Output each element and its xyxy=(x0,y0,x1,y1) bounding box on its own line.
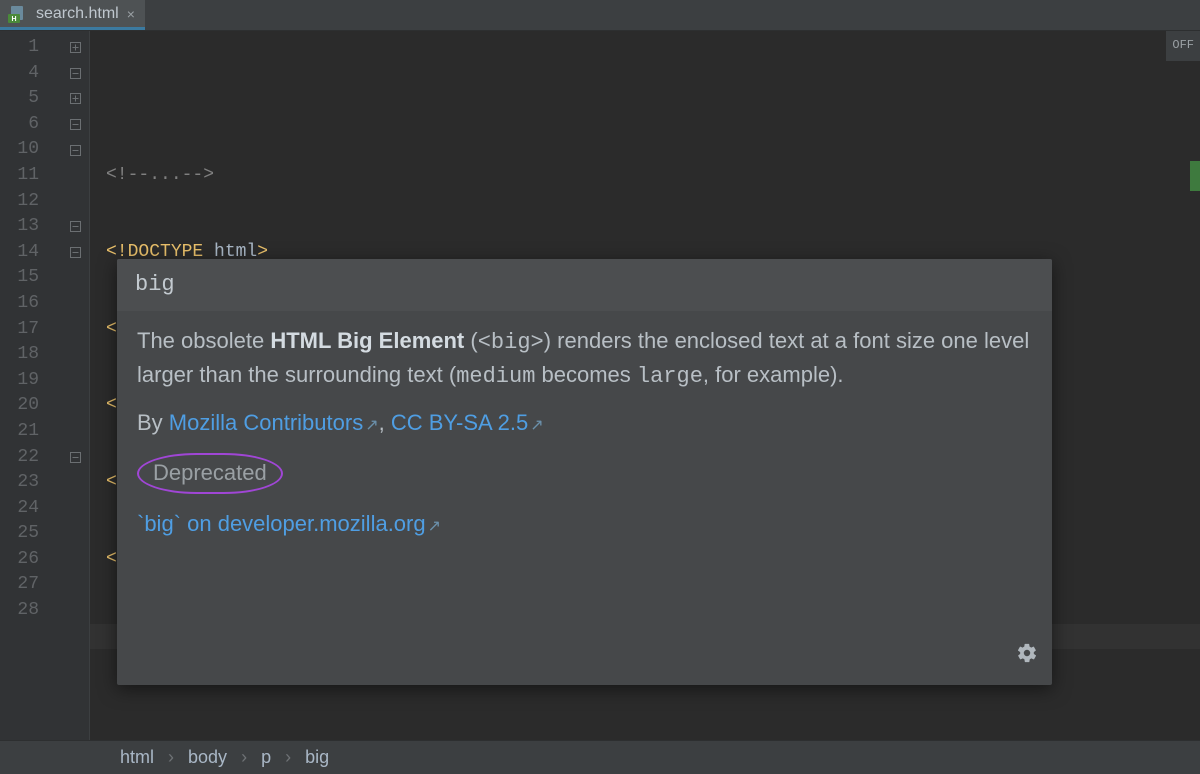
line-number: 24 xyxy=(0,496,89,522)
breadcrumb-item[interactable]: big xyxy=(305,747,329,768)
fold-collapse-icon[interactable] xyxy=(69,221,81,233)
change-marker xyxy=(1190,161,1200,191)
breadcrumb-item[interactable]: html xyxy=(120,747,154,768)
breadcrumb-item[interactable]: p xyxy=(261,747,271,768)
line-number: 19 xyxy=(0,368,89,394)
line-number: 6 xyxy=(0,112,89,138)
cc-license-link[interactable]: CC BY-SA 2.5 xyxy=(391,410,528,435)
line-number: 20 xyxy=(0,393,89,419)
breadcrumb: html › body › p › big xyxy=(0,740,1200,774)
line-number: 10 xyxy=(0,137,89,163)
line-number: 23 xyxy=(0,470,89,496)
external-link-icon: ↗ xyxy=(363,417,378,434)
fold-collapse-icon[interactable] xyxy=(69,451,81,463)
line-number: 26 xyxy=(0,547,89,573)
line-gutter: 1456101112131415161718192021222324252627… xyxy=(0,31,90,740)
doc-title: big xyxy=(117,259,1052,311)
fold-collapse-icon[interactable] xyxy=(69,144,81,156)
line-number: 17 xyxy=(0,317,89,343)
chevron-right-icon: › xyxy=(168,747,174,768)
deprecated-badge: Deprecated xyxy=(137,453,283,495)
external-link-icon: ↗ xyxy=(528,417,543,434)
fold-collapse-icon[interactable] xyxy=(69,247,81,259)
mozilla-contributors-link[interactable]: Mozilla Contributors xyxy=(169,410,363,435)
fold-expand-icon[interactable] xyxy=(69,93,81,105)
breadcrumb-item[interactable]: body xyxy=(188,747,227,768)
line-number: 27 xyxy=(0,572,89,598)
mdn-doc-link[interactable]: `big` on developer.mozilla.org xyxy=(137,511,426,536)
line-number: 12 xyxy=(0,189,89,215)
line-number: 1 xyxy=(0,35,89,61)
file-tab[interactable]: H search.html × xyxy=(0,0,145,30)
tab-bar: H search.html × xyxy=(0,0,1200,31)
html-file-icon: H xyxy=(8,4,28,24)
line-number: 28 xyxy=(0,598,89,624)
line-number: 18 xyxy=(0,342,89,368)
doc-attribution: By Mozilla Contributors↗, CC BY-SA 2.5↗ xyxy=(137,407,1032,439)
line-number: 21 xyxy=(0,419,89,445)
tab-close-icon[interactable]: × xyxy=(127,6,135,22)
line-number: 4 xyxy=(0,61,89,87)
gear-icon[interactable] xyxy=(1016,641,1038,673)
chevron-right-icon: › xyxy=(285,747,291,768)
svg-text:H: H xyxy=(11,16,16,23)
line-number: 22 xyxy=(0,445,89,471)
line-number: 25 xyxy=(0,521,89,547)
fold-expand-icon[interactable] xyxy=(69,42,81,54)
inspections-off-badge[interactable]: OFF xyxy=(1166,31,1200,61)
fold-collapse-icon[interactable] xyxy=(69,119,81,131)
line-number: 11 xyxy=(0,163,89,189)
tab-filename: search.html xyxy=(36,5,119,23)
chevron-right-icon: › xyxy=(241,747,247,768)
line-number: 16 xyxy=(0,291,89,317)
doc-description: The obsolete HTML Big Element (<big>) re… xyxy=(137,325,1032,393)
quick-doc-popup: big The obsolete HTML Big Element (<big>… xyxy=(117,259,1052,685)
fold-collapse-icon[interactable] xyxy=(69,67,81,79)
code-token: <!--...--> xyxy=(106,165,214,185)
line-number: 5 xyxy=(0,86,89,112)
line-number: 13 xyxy=(0,214,89,240)
line-number: 14 xyxy=(0,240,89,266)
line-number: 15 xyxy=(0,265,89,291)
external-link-icon: ↗ xyxy=(426,518,441,535)
